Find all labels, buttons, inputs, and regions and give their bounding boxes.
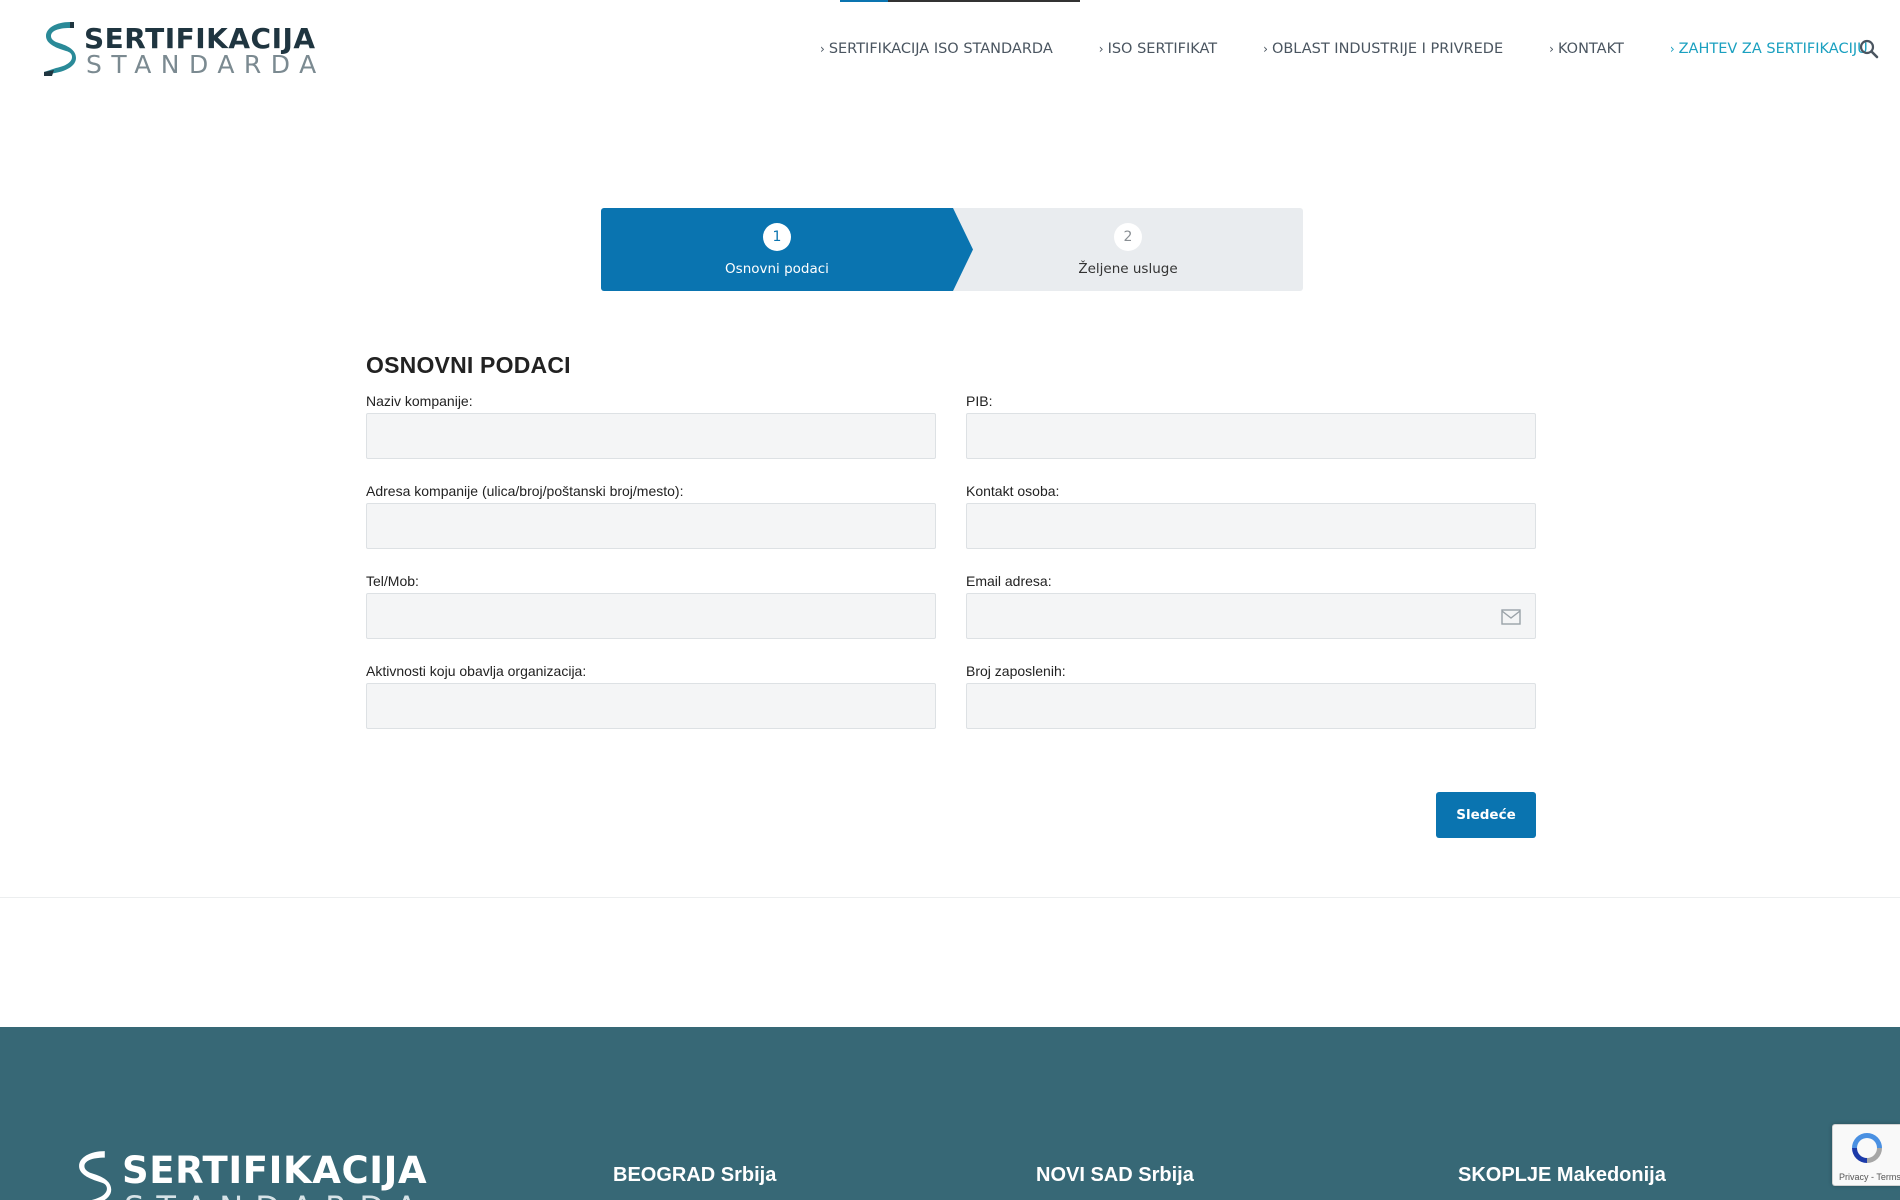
footer-logo[interactable]: SERTIFIKACIJA STANDARDA <box>72 1149 432 1200</box>
email-label: Email adresa: <box>966 573 1052 589</box>
form-title: OSNOVNI PODACI <box>366 352 571 378</box>
logo-s-mark-icon <box>79 1151 112 1200</box>
footer-logo-line2: STANDARDA <box>124 1189 429 1200</box>
nav-item-kontakt[interactable]: › KONTAKT <box>1549 41 1624 57</box>
recaptcha-links[interactable]: Privacy - Terms <box>1839 1172 1900 1182</box>
step-number: 2 <box>1114 223 1142 251</box>
section-divider <box>0 897 1900 898</box>
company-address-field: Adresa kompanije (ulica/broj/poštanski b… <box>366 483 936 549</box>
step-1[interactable]: 1 Osnovni podaci <box>601 208 953 291</box>
site-logo[interactable]: SERTIFIKACIJA STANDARDA <box>40 20 316 79</box>
step-label: Osnovni podaci <box>725 261 829 277</box>
email-input[interactable] <box>967 594 1535 638</box>
chevron-right-icon: › <box>820 42 825 56</box>
recaptcha-icon <box>1852 1133 1882 1163</box>
employees-input[interactable] <box>967 684 1535 728</box>
footer-city-skoplje: SKOPLJE Makedonija <box>1458 1164 1666 1186</box>
nav-item-sertifikacija-iso-standarda[interactable]: › SERTIFIKACIJA ISO STANDARDA <box>820 41 1053 57</box>
site-footer: SERTIFIKACIJA STANDARDA BEOGRAD Srbija N… <box>0 1027 1900 1200</box>
employees-field: Broj zaposlenih: <box>966 663 1536 729</box>
activities-input[interactable] <box>367 684 935 728</box>
chevron-right-icon: › <box>1263 42 1268 56</box>
company-name-input[interactable] <box>367 414 935 458</box>
pib-input[interactable] <box>967 414 1535 458</box>
activities-label: Aktivnosti koju obavlja organizacija: <box>366 663 587 679</box>
page-load-progress <box>840 0 1080 2</box>
footer-city-novi-sad: NOVI SAD Srbija <box>1036 1164 1194 1186</box>
chevron-right-icon: › <box>1549 42 1554 56</box>
pib-field: PIB: <box>966 393 1536 459</box>
footer-city-beograd: BEOGRAD Srbija <box>613 1164 777 1186</box>
nav-item-oblast-industrije[interactable]: › OBLAST INDUSTRIJE I PRIVREDE <box>1263 41 1503 57</box>
main-nav: › SERTIFIKACIJA ISO STANDARDA › ISO SERTIF… <box>820 38 1900 60</box>
company-name-field: Naziv kompanije: <box>366 393 936 459</box>
nav-label: OBLAST INDUSTRIJE I PRIVREDE <box>1271 41 1504 57</box>
step-number: 1 <box>763 223 791 251</box>
contact-person-field: Kontakt osoba: <box>966 483 1536 549</box>
phone-label: Tel/Mob: <box>366 573 419 589</box>
logo-s-mark-icon <box>44 22 76 76</box>
company-address-input[interactable] <box>367 504 935 548</box>
nav-item-iso-sertifikat[interactable]: › ISO SERTIFIKAT <box>1099 41 1217 57</box>
search-icon[interactable] <box>1858 38 1880 60</box>
employees-label: Broj zaposlenih: <box>966 663 1066 679</box>
nav-label: KONTAKT <box>1557 41 1624 57</box>
activities-field: Aktivnosti koju obavlja organizacija: <box>366 663 936 729</box>
logo-line2: STANDARDA <box>86 50 326 79</box>
chevron-right-icon: › <box>1098 42 1104 56</box>
recaptcha-badge[interactable]: Privacy - Terms <box>1832 1124 1900 1186</box>
step-label: Željene usluge <box>1078 261 1178 277</box>
form-stepper: 1 Osnovni podaci 2 Željene usluge <box>601 208 1303 291</box>
company-name-label: Naziv kompanije: <box>366 393 473 409</box>
nav-label: ZAHTEV ZA SERTIFIKACIJU <box>1678 41 1868 57</box>
company-address-label: Adresa kompanije (ulica/broj/poštanski b… <box>366 483 684 499</box>
chevron-right-icon: › <box>1669 42 1675 56</box>
email-field: Email adresa: <box>966 573 1536 639</box>
step-2[interactable]: 2 Željene usluge <box>953 208 1303 291</box>
footer-logo-line1: SERTIFIKACIJA <box>122 1149 428 1192</box>
phone-field: Tel/Mob: <box>366 573 936 639</box>
pib-label: PIB: <box>966 393 993 409</box>
mail-icon <box>1501 609 1521 625</box>
contact-person-label: Kontakt osoba: <box>966 483 1060 499</box>
contact-person-input[interactable] <box>967 504 1535 548</box>
nav-label: SERTIFIKACIJA ISO STANDARDA <box>828 41 1053 57</box>
next-button[interactable]: Sledeće <box>1436 792 1536 838</box>
nav-label: ISO SERTIFIKAT <box>1107 41 1218 57</box>
nav-item-zahtev-za-sertifikaciju[interactable]: › ZAHTEV ZA SERTIFIKACIJU <box>1670 41 1868 57</box>
phone-input[interactable] <box>367 594 935 638</box>
